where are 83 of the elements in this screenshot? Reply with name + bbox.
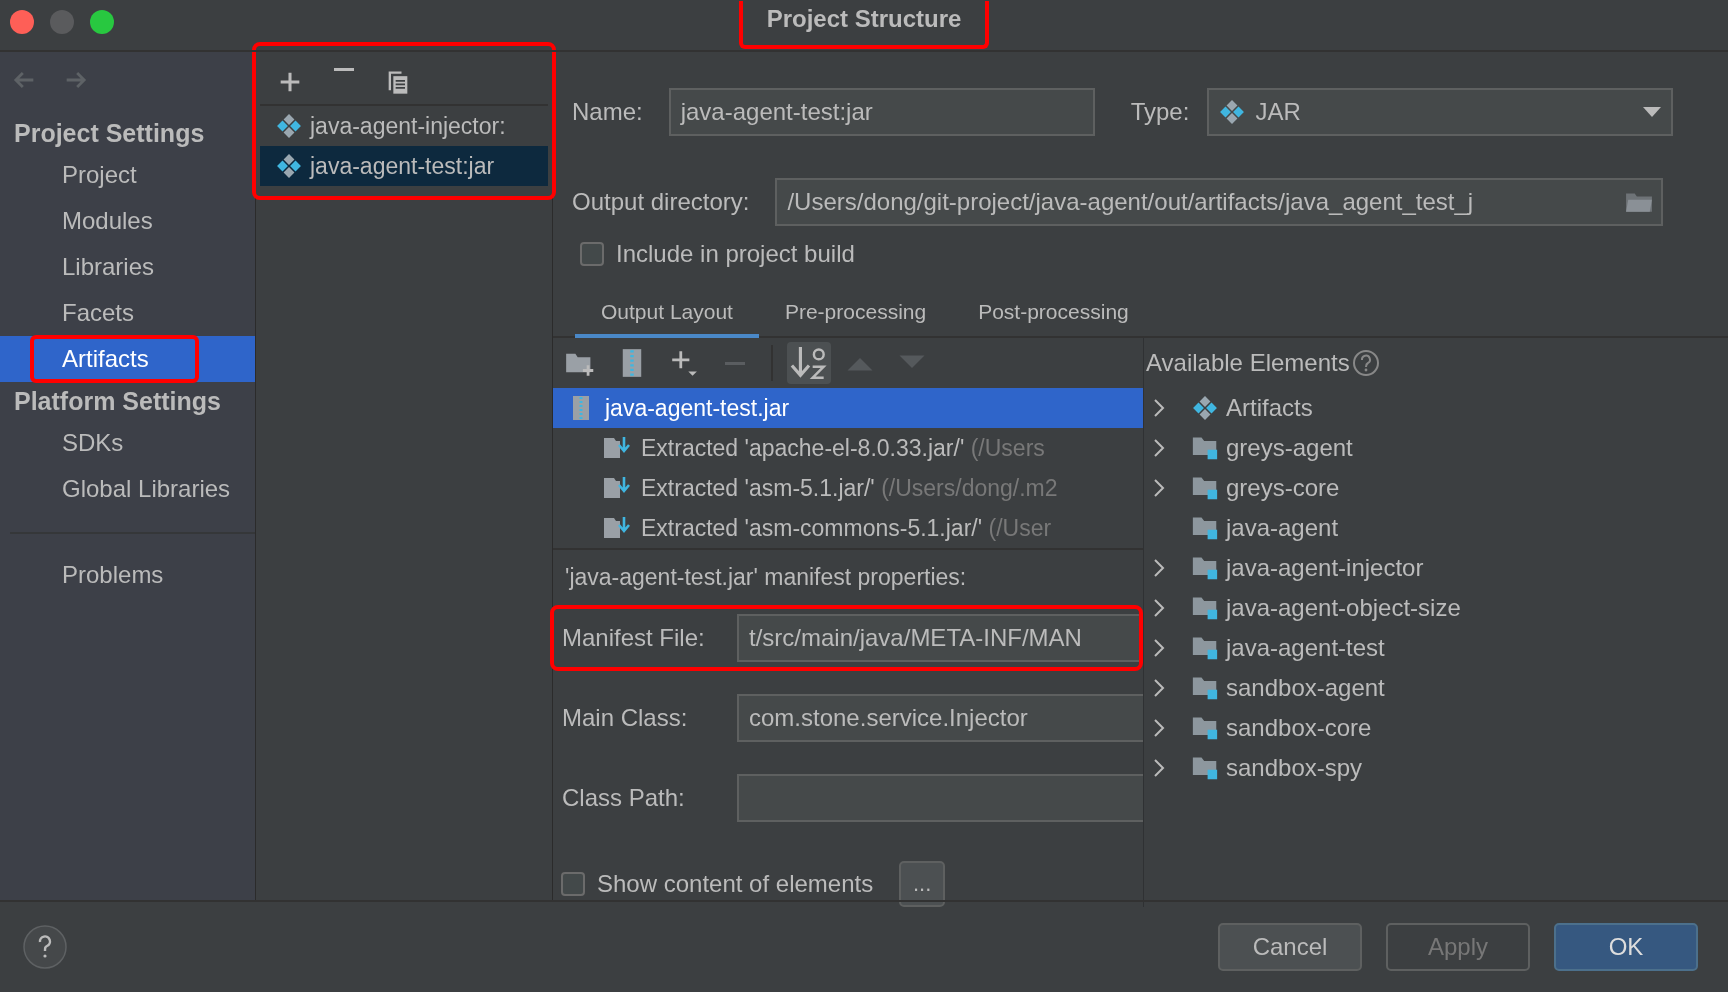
artifact-item[interactable]: java-agent-test:jar xyxy=(260,146,548,186)
tree-row[interactable]: Extracted 'asm-commons-5.1.jar/' (/User xyxy=(553,508,1143,548)
dialog-button[interactable]: Cancel xyxy=(1218,923,1362,971)
extract-icon xyxy=(603,515,631,541)
extract-icon xyxy=(603,435,631,461)
type-dropdown[interactable]: JAR xyxy=(1207,88,1674,136)
tree-row[interactable]: sandbox-core xyxy=(1146,708,1728,748)
module-folder-icon xyxy=(1192,755,1218,781)
item-label: Modules xyxy=(61,206,154,236)
checkbox[interactable] xyxy=(580,242,604,266)
artifact-icon xyxy=(1192,395,1218,421)
module-folder-icon xyxy=(1192,435,1218,461)
tree-row[interactable]: java-agent-injector xyxy=(1146,548,1728,588)
tree-row[interactable]: Extracted 'apache-el-8.0.33.jar/' (/Users xyxy=(553,428,1143,468)
tab[interactable]: Pre-processing xyxy=(758,290,953,338)
field-label: Main Class: xyxy=(562,704,689,732)
input-field[interactable] xyxy=(737,774,1143,822)
remove-icon[interactable] xyxy=(333,68,355,71)
field-label: Manifest File: xyxy=(562,624,706,652)
name-label: Name: xyxy=(572,98,643,126)
sidebar-item[interactable]: SDKs xyxy=(0,420,255,466)
name-field[interactable]: java-agent-test:jar xyxy=(668,88,1095,136)
help-icon[interactable] xyxy=(1351,349,1380,377)
tree-row[interactable]: Extracted 'asm-5.1.jar/' (/Users/dong/.m2 xyxy=(553,468,1143,508)
output-directory-label: Output directory: xyxy=(572,188,750,216)
tree-row[interactable]: sandbox-agent xyxy=(1146,668,1728,708)
tree-row[interactable]: java-agent-test.jar xyxy=(553,388,1143,428)
module-folder-icon xyxy=(1192,475,1218,501)
tree-row[interactable]: java-agent xyxy=(1146,508,1728,548)
manifest-heading: 'java-agent-test.jar' manifest properties: xyxy=(564,563,968,592)
input-field[interactable]: t/src/main/java/META-INF/MAN xyxy=(737,614,1139,662)
tab[interactable]: Post-processing xyxy=(952,290,1155,338)
sidebar-item[interactable]: Facets xyxy=(0,290,255,336)
checkbox[interactable] xyxy=(561,872,585,896)
item-label: Project xyxy=(61,160,138,190)
module-folder-icon xyxy=(1192,715,1218,741)
available-elements-heading: Available Elements xyxy=(1146,349,1350,377)
type-label: Type: xyxy=(1130,98,1190,126)
tree-row[interactable]: greys-core xyxy=(1146,468,1728,508)
sidebar-item[interactable]: Global Libraries xyxy=(0,466,255,512)
artifact-item[interactable]: java-agent-injector: xyxy=(260,106,548,146)
more-button[interactable]: ... xyxy=(899,861,946,907)
module-folder-icon xyxy=(1192,675,1218,701)
dialog-button[interactable]: OK xyxy=(1554,923,1698,971)
module-folder-icon xyxy=(1192,555,1218,581)
input-field[interactable]: com.stone.service.Injector xyxy=(737,694,1143,742)
add-dropdown-icon[interactable] xyxy=(669,348,699,378)
section-heading: Project Settings xyxy=(13,118,206,149)
module-folder-icon xyxy=(1192,515,1218,541)
item-label: Facets xyxy=(61,298,136,328)
item-label: Global Libraries xyxy=(61,474,232,504)
close-button[interactable] xyxy=(10,10,34,34)
sidebar-item[interactable]: Libraries xyxy=(0,244,255,290)
sidebar-item[interactable]: Problems xyxy=(0,552,255,598)
tree-row[interactable]: java-agent-test xyxy=(1146,628,1728,668)
checkbox-label: Include in project build xyxy=(616,240,855,268)
zoom-button[interactable] xyxy=(90,10,114,34)
module-folder-icon xyxy=(1192,635,1218,661)
tree-row[interactable]: Artifacts xyxy=(1146,388,1728,428)
item-label: Artifacts xyxy=(30,335,199,383)
artifact-icon xyxy=(276,153,302,179)
field-label: Class Path: xyxy=(562,784,686,812)
sidebar-item[interactable]: Artifacts xyxy=(0,336,255,382)
tree-row[interactable]: java-agent-object-size xyxy=(1146,588,1728,628)
sidebar-item[interactable]: Project xyxy=(0,152,255,198)
extract-icon xyxy=(603,475,631,501)
section-heading: Platform Settings xyxy=(13,386,222,417)
module-folder-icon xyxy=(1192,595,1218,621)
dropdown-caret-icon xyxy=(1643,107,1662,117)
item-label: Libraries xyxy=(61,252,156,282)
checkbox-label: Show content of elements xyxy=(597,870,874,898)
item-label: SDKs xyxy=(61,428,125,458)
tree-row[interactable]: sandbox-spy xyxy=(1146,748,1728,788)
tree-row[interactable]: greys-agent xyxy=(1146,428,1728,468)
tab[interactable]: Output Layout xyxy=(575,290,759,338)
sidebar-item[interactable]: Modules xyxy=(0,198,255,244)
output-directory-field[interactable]: /Users/dong/git-project/java-agent/out/artifacts/java_agent_test_j xyxy=(775,178,1664,226)
help-button[interactable] xyxy=(22,924,68,970)
folder-icon[interactable] xyxy=(1625,191,1654,213)
artifact-icon xyxy=(276,113,302,139)
window-title: Project Structure xyxy=(738,1,990,49)
sort-alphabetically-icon[interactable] xyxy=(787,342,831,384)
artifact-icon xyxy=(1219,99,1246,125)
